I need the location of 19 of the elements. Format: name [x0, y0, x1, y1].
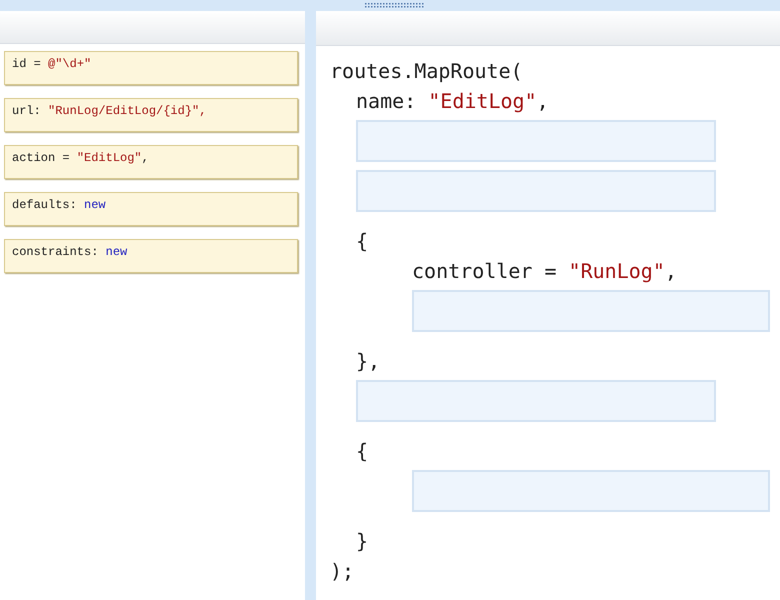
- code-line: {: [356, 438, 368, 465]
- code-tile[interactable]: action = "EditLog",: [4, 145, 298, 179]
- drop-slot[interactable]: [412, 290, 770, 332]
- code-line: {: [356, 228, 368, 255]
- code-line: );: [330, 558, 354, 585]
- code-line: }: [356, 528, 368, 555]
- code-tile[interactable]: id = @"\d+": [4, 51, 298, 85]
- code-tile[interactable]: constraints: new: [4, 239, 298, 273]
- code-line: controller = "RunLog",: [412, 258, 677, 285]
- code-line: name: "EditLog",: [356, 88, 549, 115]
- drop-slot[interactable]: [356, 170, 716, 212]
- code-line: routes.MapRoute(: [330, 58, 523, 85]
- drop-slot[interactable]: [356, 380, 716, 422]
- drop-slot[interactable]: [412, 470, 770, 512]
- code-tile[interactable]: url: "RunLog/EditLog/{id}",: [4, 98, 298, 132]
- drop-slot[interactable]: [356, 120, 716, 162]
- grip-icon[interactable]: [365, 2, 425, 8]
- code-tile[interactable]: defaults: new: [4, 192, 298, 226]
- code-line: },: [356, 348, 380, 375]
